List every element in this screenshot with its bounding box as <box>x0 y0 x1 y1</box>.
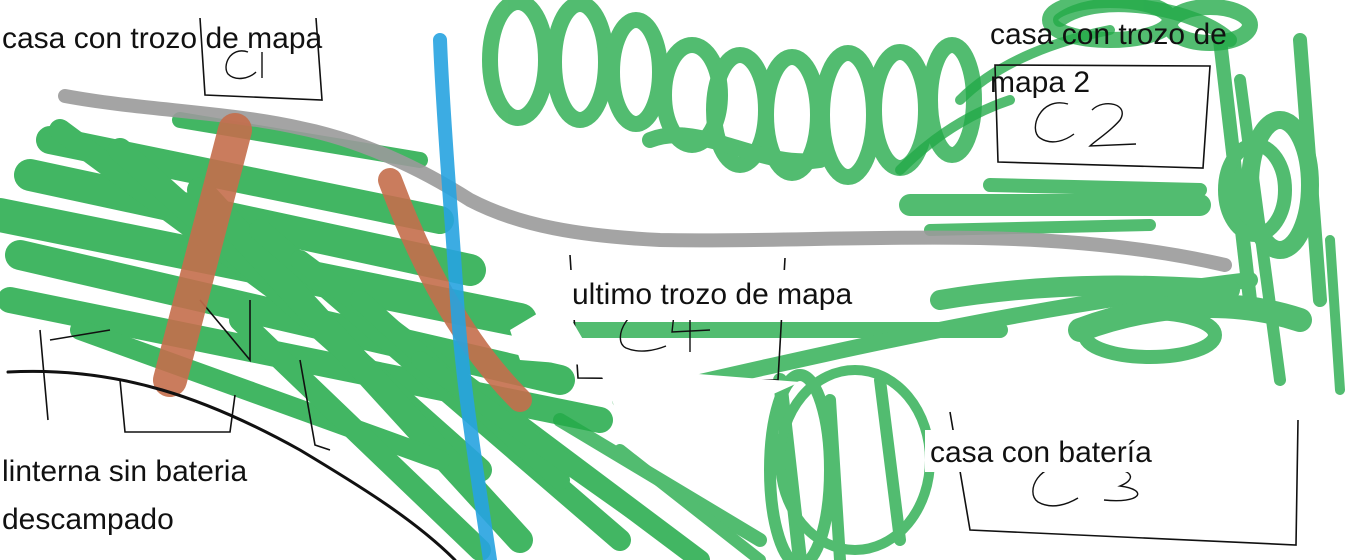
forest-left <box>0 112 710 560</box>
label-house-battery: casa con batería <box>930 436 1152 469</box>
marker-c2 <box>1034 102 1137 147</box>
label-house-map-piece-2-line1: casa con trozo de <box>990 18 1227 51</box>
label-house-map-piece: casa con trozo de mapa <box>2 22 323 55</box>
label-last-map-piece: ultimo trozo de mapa <box>572 278 853 311</box>
label-house-map-piece-2-line2: mapa 2 <box>990 66 1091 99</box>
label-flashlight-line1: linterna sin bateria <box>2 455 248 488</box>
label-flashlight-line2: descampado <box>2 503 174 536</box>
marker-c3 <box>1032 466 1139 507</box>
